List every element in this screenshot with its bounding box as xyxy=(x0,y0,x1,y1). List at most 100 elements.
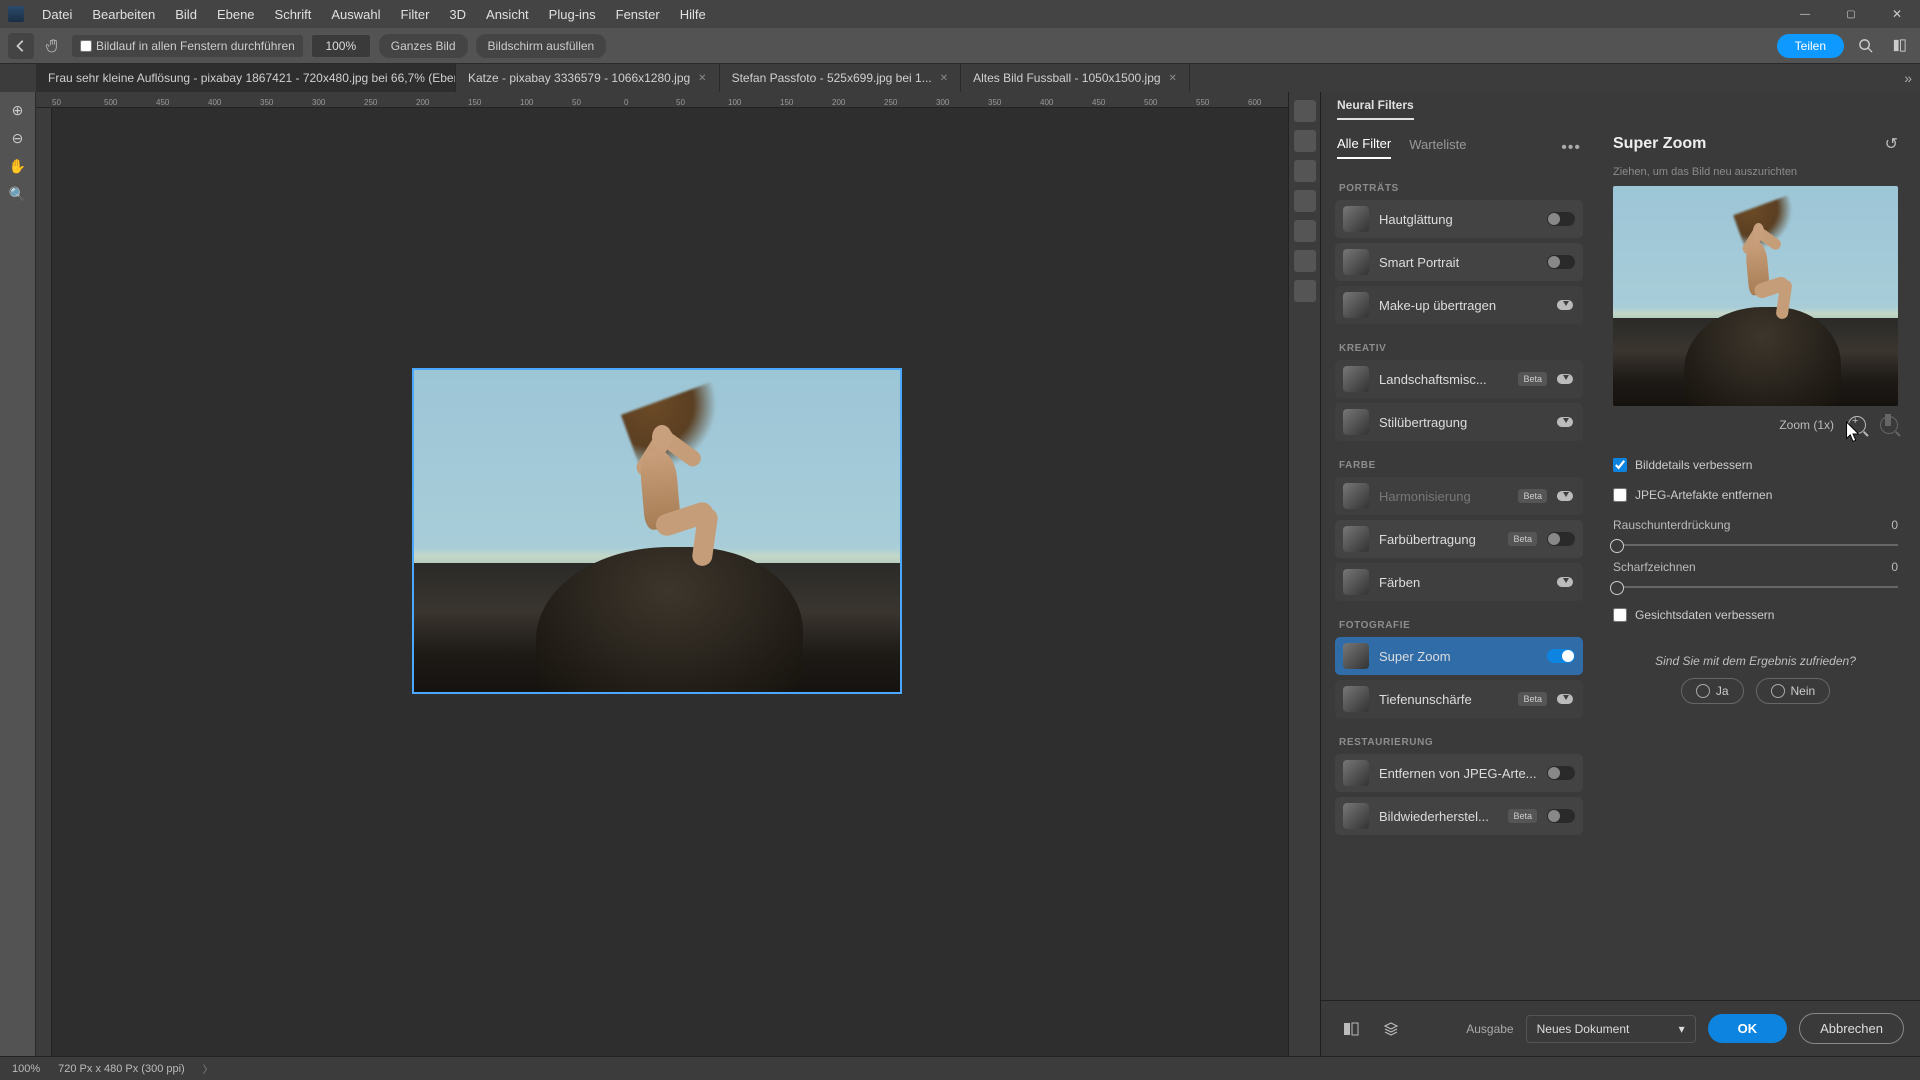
zoom-in-tool-icon[interactable]: ⊕ xyxy=(4,98,32,122)
fill-screen-button[interactable]: Bildschirm ausfüllen xyxy=(476,34,607,58)
layers-icon[interactable] xyxy=(1377,1015,1405,1043)
output-select[interactable]: Neues Dokument ▾ xyxy=(1526,1015,1696,1043)
window-maximize-icon[interactable] xyxy=(1828,0,1874,28)
toggle-off[interactable] xyxy=(1547,532,1575,546)
filter-item-jpeg-artifacts[interactable]: Entfernen von JPEG-Arte... xyxy=(1335,754,1583,792)
menu-bild[interactable]: Bild xyxy=(165,1,207,28)
more-options-icon[interactable]: ••• xyxy=(1561,139,1581,157)
close-icon[interactable]: ✕ xyxy=(1169,73,1177,84)
download-icon[interactable] xyxy=(1557,692,1575,706)
menu-datei[interactable]: Datei xyxy=(32,1,82,28)
checkbox-enhance-face[interactable]: Gesichtsdaten verbessern xyxy=(1613,608,1898,622)
slider-sharpen[interactable]: Scharfzeichnen 0 xyxy=(1613,560,1898,594)
cancel-button[interactable]: Abbrechen xyxy=(1799,1013,1904,1044)
back-button[interactable] xyxy=(8,33,34,59)
filter-item-colorize[interactable]: Färben xyxy=(1335,563,1583,601)
filter-item-landscape-mixer[interactable]: Landschaftsmisc... Beta xyxy=(1335,360,1583,398)
menu-filter[interactable]: Filter xyxy=(391,1,440,28)
tab-all-filters[interactable]: Alle Filter xyxy=(1337,136,1391,159)
toggle-off[interactable] xyxy=(1547,766,1575,780)
filter-item-photo-restoration[interactable]: Bildwiederherstel... Beta xyxy=(1335,797,1583,835)
menu-auswahl[interactable]: Auswahl xyxy=(321,1,390,28)
toggle-off[interactable] xyxy=(1547,809,1575,823)
zoom-level-field[interactable]: 100% xyxy=(311,34,371,58)
document-tab[interactable]: Stefan Passfoto - 525x699.jpg bei 1... ✕ xyxy=(720,64,962,92)
before-after-icon[interactable] xyxy=(1337,1015,1365,1043)
zoom-out-icon[interactable] xyxy=(1880,416,1898,434)
filter-item-depth-blur[interactable]: Tiefenunschärfe Beta xyxy=(1335,680,1583,718)
download-icon[interactable] xyxy=(1557,415,1575,429)
filter-item-skin-smoothing[interactable]: Hautglättung xyxy=(1335,200,1583,238)
filter-item-smart-portrait[interactable]: Smart Portrait xyxy=(1335,243,1583,281)
share-button[interactable]: Teilen xyxy=(1777,34,1844,58)
menu-bearbeiten[interactable]: Bearbeiten xyxy=(82,1,165,28)
filter-item-color-transfer[interactable]: Farbübertragung Beta xyxy=(1335,520,1583,558)
search-icon[interactable] xyxy=(1852,33,1878,59)
window-minimize-icon[interactable] xyxy=(1782,0,1828,28)
zoom-out-tool-icon[interactable]: ⊖ xyxy=(4,126,32,150)
ok-button[interactable]: OK xyxy=(1708,1014,1788,1043)
scroll-all-windows-checkbox[interactable]: Bildlauf in allen Fenstern durchführen xyxy=(72,35,303,57)
document-tab[interactable]: Katze - pixabay 3336579 - 1066x1280.jpg … xyxy=(456,64,720,92)
tab-waitlist[interactable]: Warteliste xyxy=(1409,137,1466,158)
close-icon[interactable]: ✕ xyxy=(940,73,948,84)
preview-image[interactable] xyxy=(1613,186,1898,406)
toggle-off[interactable] xyxy=(1547,255,1575,269)
checkbox-input[interactable] xyxy=(1613,458,1627,472)
menu-fenster[interactable]: Fenster xyxy=(606,1,670,28)
close-icon[interactable]: ✕ xyxy=(698,73,706,84)
dock-icon[interactable] xyxy=(1294,190,1316,212)
fit-image-button[interactable]: Ganzes Bild xyxy=(379,34,468,58)
document-tab[interactable]: Altes Bild Fussball - 1050x1500.jpg ✕ xyxy=(961,64,1190,92)
feedback-yes-button[interactable]: Ja xyxy=(1681,678,1744,704)
document-tab[interactable]: Frau sehr kleine Auflösung - pixabay 186… xyxy=(36,64,456,92)
dock-icon[interactable] xyxy=(1294,220,1316,242)
window-close-icon[interactable] xyxy=(1874,0,1920,28)
checkbox-input[interactable] xyxy=(1613,488,1627,502)
neural-filters-header: Neural Filters xyxy=(1321,92,1920,120)
menu-hilfe[interactable]: Hilfe xyxy=(670,1,716,28)
checkbox-enhance-detail[interactable]: Bilddetails verbessern xyxy=(1613,458,1898,472)
menu-ebene[interactable]: Ebene xyxy=(207,1,265,28)
download-icon[interactable] xyxy=(1557,489,1575,503)
download-icon[interactable] xyxy=(1557,298,1575,312)
chevron-right-icon[interactable]: 〉 xyxy=(203,1061,213,1076)
zoom-in-icon[interactable] xyxy=(1848,416,1866,434)
document-image[interactable] xyxy=(412,368,902,694)
download-icon[interactable] xyxy=(1557,372,1575,386)
tabs-overflow-icon[interactable]: » xyxy=(1904,70,1912,86)
dock-icon[interactable] xyxy=(1294,250,1316,272)
status-zoom[interactable]: 100% xyxy=(12,1063,40,1075)
dock-icon[interactable] xyxy=(1294,130,1316,152)
dock-icon[interactable] xyxy=(1294,160,1316,182)
feedback-no-button[interactable]: Nein xyxy=(1756,678,1831,704)
frown-icon xyxy=(1771,684,1785,698)
menu-3d[interactable]: 3D xyxy=(439,1,476,28)
hand-tool-icon[interactable]: ✋ xyxy=(4,154,32,178)
dock-icon[interactable] xyxy=(1294,280,1316,302)
document-tab-title: Frau sehr kleine Auflösung - pixabay 186… xyxy=(48,71,456,85)
download-icon[interactable] xyxy=(1557,575,1575,589)
menu-schrift[interactable]: Schrift xyxy=(265,1,322,28)
slider-noise-reduction[interactable]: Rauschunterdrückung 0 xyxy=(1613,518,1898,552)
dock-icon[interactable] xyxy=(1294,100,1316,122)
zoom-tool-icon[interactable]: 🔍 xyxy=(4,182,32,206)
toggle-off[interactable] xyxy=(1547,212,1575,226)
filter-thumb xyxy=(1343,366,1369,392)
menu-ansicht[interactable]: Ansicht xyxy=(476,1,539,28)
slider-track[interactable] xyxy=(1613,538,1898,552)
filter-item-harmonization[interactable]: Harmonisierung Beta xyxy=(1335,477,1583,515)
scroll-all-windows-input[interactable] xyxy=(80,40,92,52)
menu-plugins[interactable]: Plug-ins xyxy=(539,1,606,28)
filter-item-makeup-transfer[interactable]: Make-up übertragen xyxy=(1335,286,1583,324)
slider-track[interactable] xyxy=(1613,580,1898,594)
hand-tool-icon[interactable] xyxy=(42,35,64,57)
filter-item-style-transfer[interactable]: Stilübertragung xyxy=(1335,403,1583,441)
checkbox-remove-jpeg[interactable]: JPEG-Artefakte entfernen xyxy=(1613,488,1898,502)
toggle-on[interactable] xyxy=(1547,649,1575,663)
workspace-icon[interactable] xyxy=(1886,33,1912,59)
canvas-area[interactable] xyxy=(52,108,1288,1056)
checkbox-input[interactable] xyxy=(1613,608,1627,622)
reset-icon[interactable]: ↺ xyxy=(1885,134,1898,154)
filter-item-super-zoom[interactable]: Super Zoom xyxy=(1335,637,1583,675)
